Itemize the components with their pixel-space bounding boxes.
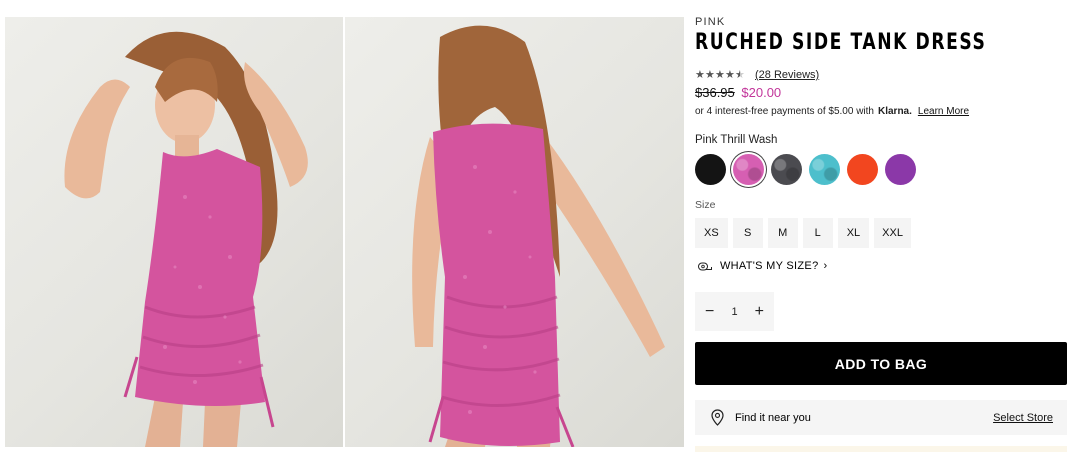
size-option-s[interactable]: S (732, 218, 763, 248)
selected-color-label: Pink Thrill Wash (695, 134, 778, 146)
quantity-stepper: − 1 + (695, 292, 774, 331)
klarna-text: or 4 interest-free payments of $5.00 wit… (695, 105, 874, 117)
half-star-icon: ★ (735, 69, 745, 81)
size-label: Size (695, 199, 716, 211)
star-icon: ★ (695, 69, 705, 81)
star-icon: ★ (725, 69, 735, 81)
star-icon: ★ (715, 69, 725, 81)
size-options: XS S M L XL XXL (695, 218, 1068, 248)
swatch-pink-thrill-wash[interactable] (733, 154, 764, 185)
price: $36.95 $20.00 (695, 85, 1068, 101)
promo-banner-edge (695, 446, 1067, 452)
brand-name: PINK (695, 16, 726, 28)
measuring-tape-icon (698, 262, 712, 271)
product-title: RUCHED SIDE TANK DRESS (695, 30, 987, 55)
product-image-back[interactable] (345, 17, 684, 447)
size-option-xs[interactable]: XS (695, 218, 728, 248)
find-in-store-row: Find it near you Select Store (695, 400, 1067, 435)
size-option-xxl[interactable]: XXL (874, 218, 911, 248)
size-option-xl[interactable]: XL (837, 218, 870, 248)
select-store-link[interactable]: Select Store (993, 412, 1053, 424)
size-option-l[interactable]: L (802, 218, 833, 248)
whats-my-size-link[interactable]: WHAT'S MY SIZE? › (695, 258, 1068, 274)
find-near-label: Find it near you (735, 411, 811, 424)
decrease-quantity-button[interactable]: − (705, 303, 714, 321)
chevron-right-icon: › (823, 260, 828, 272)
reviews-link[interactable]: (28 Reviews) (755, 69, 819, 81)
model-front-illustration (64, 31, 308, 447)
swatch-purple[interactable] (885, 154, 916, 185)
color-swatches (695, 154, 1068, 185)
quantity-value: 1 (731, 305, 738, 318)
star-rating: ★ ★ ★ ★ ★ (695, 69, 745, 81)
product-details: PINK RUCHED SIDE TANK DRESS ★ ★ ★ ★ ★ (2… (695, 15, 1068, 435)
klarna-row: or 4 interest-free payments of $5.00 wit… (695, 104, 1068, 118)
swatch-orange[interactable] (847, 154, 878, 185)
location-pin-icon (711, 409, 724, 426)
swatch-aqua-wash[interactable] (809, 154, 840, 185)
swatch-charcoal-wash[interactable] (771, 154, 802, 185)
rating-row: ★ ★ ★ ★ ★ (28 Reviews) (695, 68, 1068, 82)
increase-quantity-button[interactable]: + (755, 303, 764, 321)
whats-my-size-label: WHAT'S MY SIZE? (720, 260, 819, 272)
star-icon: ★ (705, 69, 715, 81)
product-image-front[interactable] (5, 17, 343, 447)
model-back-illustration (412, 25, 665, 447)
swatch-black[interactable] (695, 154, 726, 185)
klarna-logo: Klarna. (877, 105, 912, 117)
sale-price: $20.00 (741, 85, 782, 100)
add-to-bag-button[interactable]: ADD TO BAG (695, 342, 1067, 385)
learn-more-link[interactable]: Learn More (918, 106, 969, 117)
size-option-m[interactable]: M (767, 218, 798, 248)
original-price: $36.95 (695, 85, 735, 100)
